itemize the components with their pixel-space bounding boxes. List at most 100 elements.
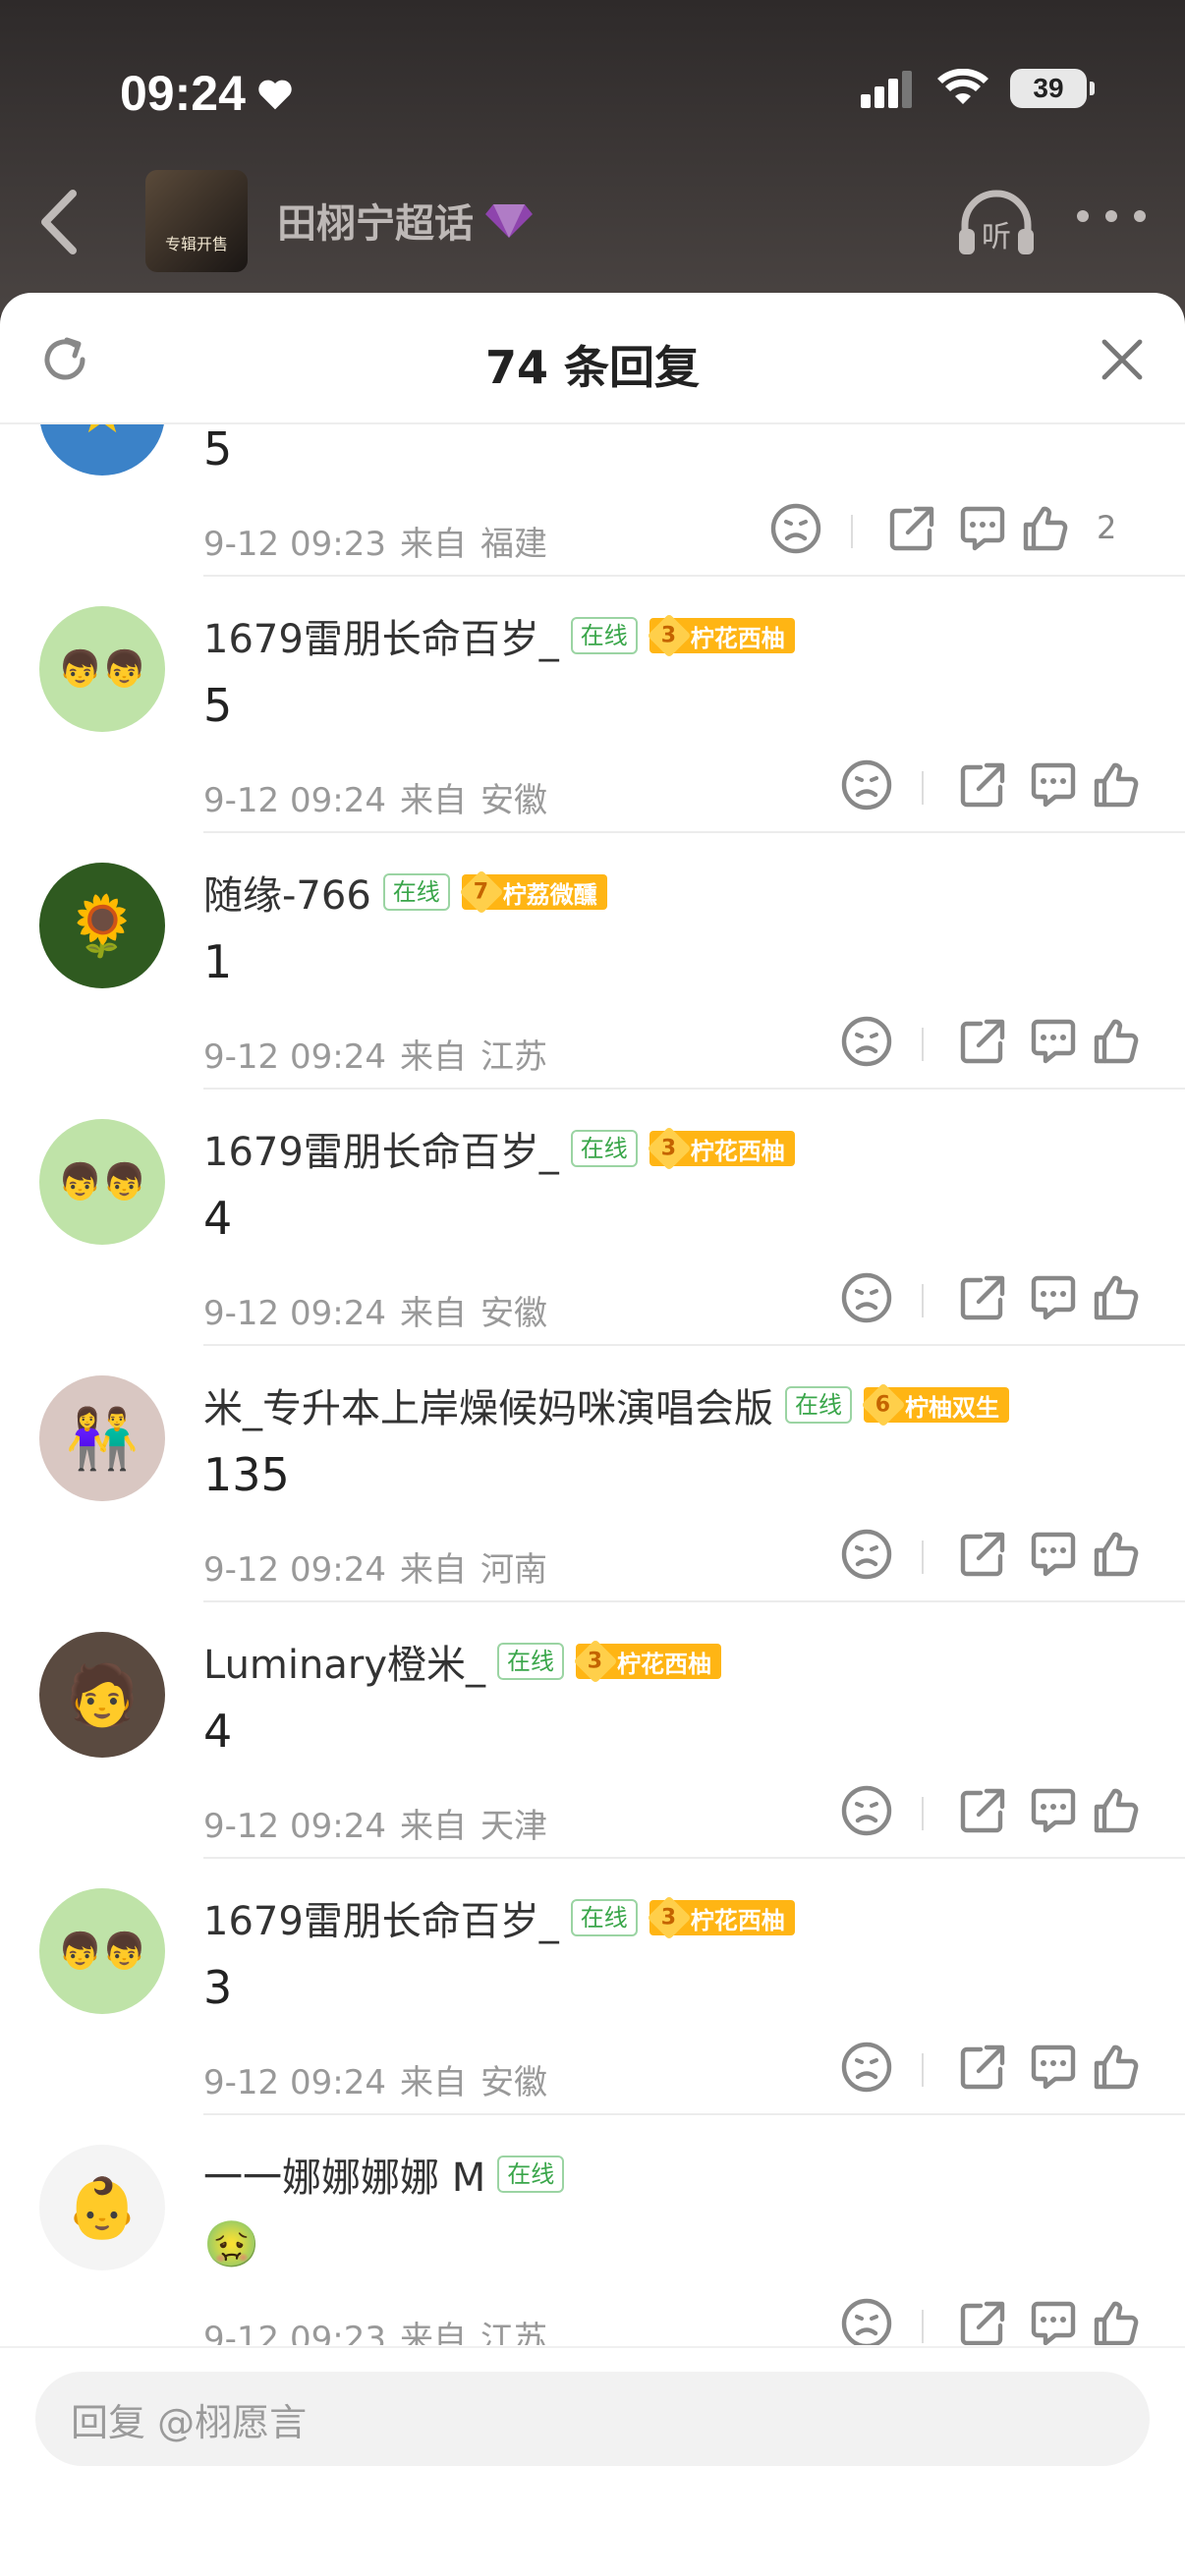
comment-date: 9-12 09:23 bbox=[203, 2320, 386, 2345]
dislike-button[interactable] bbox=[839, 1270, 894, 1325]
share-button[interactable] bbox=[955, 1014, 1010, 1069]
dislike-button[interactable] bbox=[839, 1014, 894, 1069]
like-button[interactable] bbox=[1089, 1527, 1144, 1582]
thumbs-up-icon bbox=[1018, 501, 1073, 556]
more-button[interactable] bbox=[1077, 201, 1146, 231]
comment-body: 1679雷朋长命百岁_ 在线 3 柠花西柚 5 9-12 09:24 来自 安徽 bbox=[203, 577, 1185, 833]
action-divider bbox=[922, 2053, 924, 2087]
comment-location: 河南 bbox=[480, 1550, 547, 1590]
share-button[interactable] bbox=[884, 501, 939, 556]
fan-level-badge[interactable]: 7 柠荔微醺 bbox=[459, 869, 607, 915]
dislike-button[interactable] bbox=[839, 1783, 894, 1838]
like-button[interactable] bbox=[1089, 1270, 1144, 1325]
share-button[interactable] bbox=[955, 2040, 1010, 2095]
reply-button[interactable] bbox=[1026, 1783, 1081, 1838]
dislike-button[interactable] bbox=[839, 757, 894, 812]
username[interactable]: 1679雷朋长命百岁_ bbox=[203, 607, 559, 664]
topic-header: 专辑开售 田栩宁超话 听 bbox=[0, 162, 1185, 280]
comment-item[interactable]: 👦👦 1679雷朋长命百岁_ 在线 3 柠花西柚 5 9-12 09:24 来自 安徽 bbox=[0, 577, 1185, 833]
dislike-button[interactable] bbox=[839, 2296, 894, 2345]
like-button[interactable] bbox=[1089, 1014, 1144, 1069]
topic-avatar[interactable]: 专辑开售 bbox=[145, 170, 248, 272]
listen-button[interactable]: 听 bbox=[955, 182, 1038, 260]
avatar[interactable]: 🌻 bbox=[39, 863, 165, 988]
close-button[interactable] bbox=[1099, 336, 1146, 383]
reply-button[interactable] bbox=[955, 501, 1010, 556]
share-button[interactable] bbox=[955, 1783, 1010, 1838]
avatar[interactable]: 👦👦 bbox=[39, 1888, 165, 2014]
comment-list[interactable]: ★ 59-12 09:23来自福建2 👦👦 1679雷朋长命百岁_在线3柠花西柚59-… bbox=[0, 424, 1185, 2345]
reply-button[interactable] bbox=[1026, 1014, 1081, 1069]
comment-location: 安徽 bbox=[480, 1294, 547, 1333]
action-divider bbox=[922, 1028, 924, 1061]
comment-item[interactable]: 🌻 随缘-766 在线 7 柠荔微醺 1 9-12 09:24 来自 江苏 bbox=[0, 833, 1185, 1090]
share-button[interactable] bbox=[955, 2296, 1010, 2345]
like-button[interactable] bbox=[1089, 757, 1144, 812]
like-button[interactable] bbox=[1018, 501, 1073, 556]
username[interactable]: 随缘-766 bbox=[203, 864, 371, 921]
username[interactable]: Luminary橙米_ bbox=[203, 1633, 485, 1690]
comment-meta: 9-12 09:23 来自 江苏 bbox=[203, 2312, 547, 2345]
avatar[interactable]: 👶 bbox=[39, 2145, 165, 2270]
fan-level-badge[interactable]: 3 柠花西柚 bbox=[573, 1639, 721, 1684]
username[interactable]: 1679雷朋长命百岁_ bbox=[203, 1120, 559, 1177]
dislike-button[interactable] bbox=[768, 501, 823, 556]
share-icon bbox=[955, 2296, 1010, 2345]
back-button[interactable] bbox=[29, 188, 88, 256]
dislike-button[interactable] bbox=[839, 2040, 894, 2095]
avatar[interactable]: ★ bbox=[39, 424, 165, 476]
thumbs-up-icon bbox=[1089, 2296, 1144, 2345]
reply-button[interactable] bbox=[1026, 2040, 1081, 2095]
status-indicators: 39 bbox=[861, 69, 1095, 108]
comment-actions bbox=[762, 2292, 1185, 2345]
fan-level-badge[interactable]: 6 柠柚双生 bbox=[861, 1382, 1009, 1428]
reply-button[interactable] bbox=[1026, 1270, 1081, 1325]
avatar[interactable]: 👦👦 bbox=[39, 1119, 165, 1245]
fan-level-badge[interactable]: 3 柠花西柚 bbox=[647, 613, 795, 658]
comment-item[interactable]: ★ 5 9-12 09:23 来自福建 2 bbox=[0, 424, 1185, 577]
avatar[interactable]: 🧑 bbox=[39, 1632, 165, 1758]
like-button[interactable] bbox=[1089, 1783, 1144, 1838]
reply-button[interactable] bbox=[1026, 2296, 1081, 2345]
avatar[interactable]: 👫 bbox=[39, 1375, 165, 1501]
thumbs-up-icon bbox=[1089, 1014, 1144, 1069]
action-divider bbox=[922, 1797, 924, 1830]
comment-item[interactable]: 👦👦 1679雷朋长命百岁_ 在线 3 柠花西柚 3 9-12 09:24 来自 安徽 bbox=[0, 1859, 1185, 2115]
dislike-button[interactable] bbox=[839, 1527, 894, 1582]
avatar[interactable]: 👦👦 bbox=[39, 606, 165, 732]
comment-location: 安徽 bbox=[480, 781, 547, 820]
comment-icon bbox=[1026, 1014, 1081, 1069]
comment-actions bbox=[762, 1266, 1185, 1329]
comment-item[interactable]: 👫 米_专升本上岸燥候妈咪演唱会版 在线 6 柠柚双生 135 9-12 09:24 来自 河南 bbox=[0, 1346, 1185, 1602]
reply-input[interactable]: 回复 @栩愿言 bbox=[35, 2372, 1150, 2466]
fan-level-number: 6 bbox=[861, 1382, 906, 1428]
comment-body: 5 9-12 09:23 来自 福建 2 bbox=[203, 424, 1185, 577]
fan-level-badge[interactable]: 3 柠花西柚 bbox=[647, 1895, 795, 1940]
topic-title[interactable]: 田栩宁超话 bbox=[277, 192, 533, 249]
dislike-icon bbox=[839, 1270, 894, 1325]
reply-button[interactable] bbox=[1026, 1527, 1081, 1582]
username[interactable]: 米_专升本上岸燥候妈咪演唱会版 bbox=[203, 1376, 773, 1433]
comment-item[interactable]: 🧑 Luminary橙米_ 在线 3 柠花西柚 4 9-12 09:24 来自 天津 bbox=[0, 1602, 1185, 1859]
share-button[interactable] bbox=[955, 1270, 1010, 1325]
like-button[interactable] bbox=[1089, 2040, 1144, 2095]
username[interactable]: 1679雷朋长命百岁_ bbox=[203, 1889, 559, 1946]
comment-icon bbox=[1026, 757, 1081, 812]
fan-level-number: 7 bbox=[459, 869, 504, 915]
share-button[interactable] bbox=[955, 1527, 1010, 1582]
status-time: 09:24 bbox=[120, 65, 295, 122]
share-button[interactable] bbox=[955, 757, 1010, 812]
comment-location: 福建 bbox=[480, 525, 547, 564]
comment-location: 江苏 bbox=[480, 2320, 547, 2345]
fan-level-number: 3 bbox=[573, 1639, 618, 1684]
like-button[interactable] bbox=[1089, 2296, 1144, 2345]
comment-item[interactable]: 👶 一一娜娜娜娜 M 在线 🤢 9-12 09:23 来自 江苏 bbox=[0, 2115, 1185, 2345]
comment-meta: 9-12 09:23 来自 福建 bbox=[203, 517, 547, 565]
fan-level-badge[interactable]: 3 柠花西柚 bbox=[647, 1126, 795, 1171]
chevron-left-icon bbox=[41, 190, 77, 254]
reply-button[interactable] bbox=[1026, 757, 1081, 812]
comment-item[interactable]: 👦👦 1679雷朋长命百岁_ 在线 3 柠花西柚 4 9-12 09:24 来自 安徽 bbox=[0, 1090, 1185, 1346]
username[interactable]: 一一娜娜娜娜 M bbox=[203, 2146, 485, 2203]
fan-level-number: 3 bbox=[647, 613, 692, 658]
reply-bar: 回复 @栩愿言 bbox=[0, 2346, 1185, 2576]
